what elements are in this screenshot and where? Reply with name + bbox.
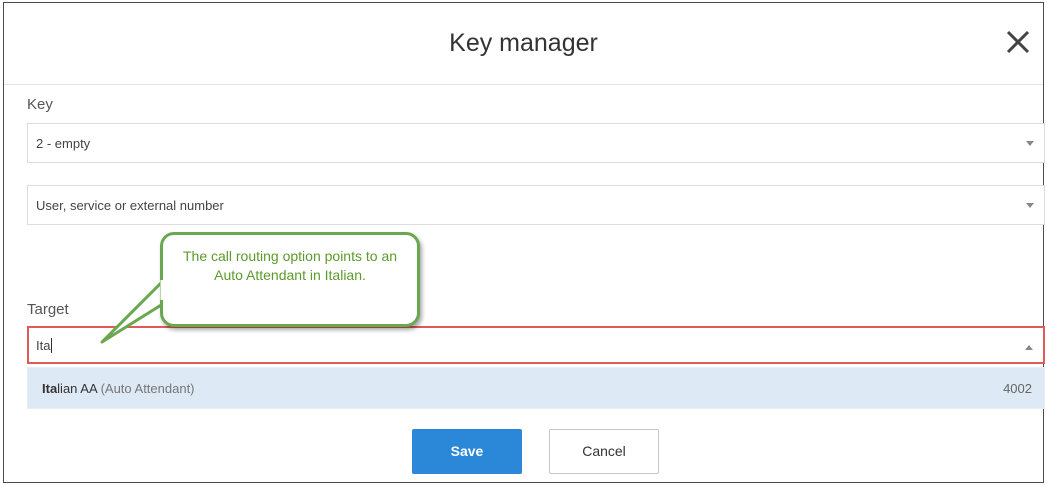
target-input-value: Ita [36, 338, 53, 353]
suggestion-name-rest: lian AA [57, 381, 97, 396]
target-label: Target [27, 301, 69, 318]
destination-type-value: User, service or external number [36, 198, 224, 213]
key-manager-dialog: Key manager Key 2 - empty User, service … [3, 2, 1045, 483]
close-icon[interactable] [1001, 25, 1035, 59]
text-caret [51, 338, 53, 353]
chevron-up-icon [1025, 345, 1033, 350]
target-suggestion-item[interactable]: Italian AA (Auto Attendant) 4002 [27, 367, 1045, 409]
chevron-down-icon [1026, 141, 1034, 146]
suggestion-match: Ita [42, 381, 58, 396]
cancel-button[interactable]: Cancel [549, 429, 659, 474]
destination-type-select[interactable]: User, service or external number [27, 185, 1045, 225]
chevron-down-icon [1026, 203, 1034, 208]
suggestion-extension: 4002 [1003, 381, 1032, 396]
key-select-value: 2 - empty [36, 136, 91, 151]
dialog-header: Key manager [4, 3, 1043, 85]
save-button[interactable]: Save [412, 429, 522, 474]
key-label: Key [27, 96, 53, 113]
target-typed-text: Ita [36, 338, 51, 353]
dialog-title: Key manager [449, 29, 598, 57]
callout-text: The call routing option points to an Aut… [182, 248, 398, 283]
suggestion-name: Italian AA (Auto Attendant) [42, 381, 195, 396]
suggestion-type: (Auto Attendant) [100, 381, 195, 396]
annotation-callout: The call routing option points to an Aut… [160, 232, 420, 327]
target-input[interactable]: Ita [27, 326, 1045, 364]
key-select[interactable]: 2 - empty [27, 123, 1045, 163]
